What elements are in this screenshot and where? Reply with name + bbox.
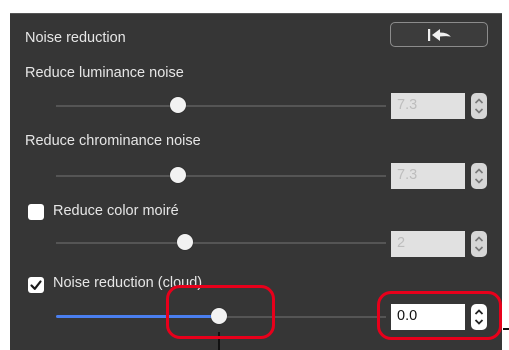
cloud-noise-checkbox[interactable] [28,277,44,293]
luminance-slider-thumb[interactable] [170,97,186,113]
luminance-value-field[interactable]: 7.3 [391,93,465,119]
slider-highlight-box [166,285,275,339]
color-moire-slider-track[interactable] [56,242,386,244]
color-moire-slider-thumb[interactable] [177,234,193,250]
chrominance-value-field[interactable]: 7.3 [391,163,465,189]
checkmark-icon [30,280,42,290]
reset-button[interactable] [390,22,488,47]
panel-title: Noise reduction [25,30,126,46]
luminance-label: Reduce luminance noise [25,65,184,81]
panel-divider [10,13,502,14]
chrominance-label: Reduce chrominance noise [25,133,201,149]
chrominance-slider-track[interactable] [56,175,386,177]
color-moire-checkbox[interactable] [28,204,44,220]
chrominance-slider-thumb[interactable] [170,167,186,183]
guide-line-right [503,328,509,330]
luminance-stepper[interactable] [471,93,487,119]
luminance-slider-track[interactable] [56,105,386,107]
color-moire-label: Reduce color moiré [53,203,179,219]
chrominance-stepper[interactable] [471,163,487,189]
value-highlight-box [377,291,502,340]
color-moire-value-field[interactable]: 2 [391,231,465,257]
reset-arrow-icon [428,29,451,41]
color-moire-stepper[interactable] [471,231,487,257]
